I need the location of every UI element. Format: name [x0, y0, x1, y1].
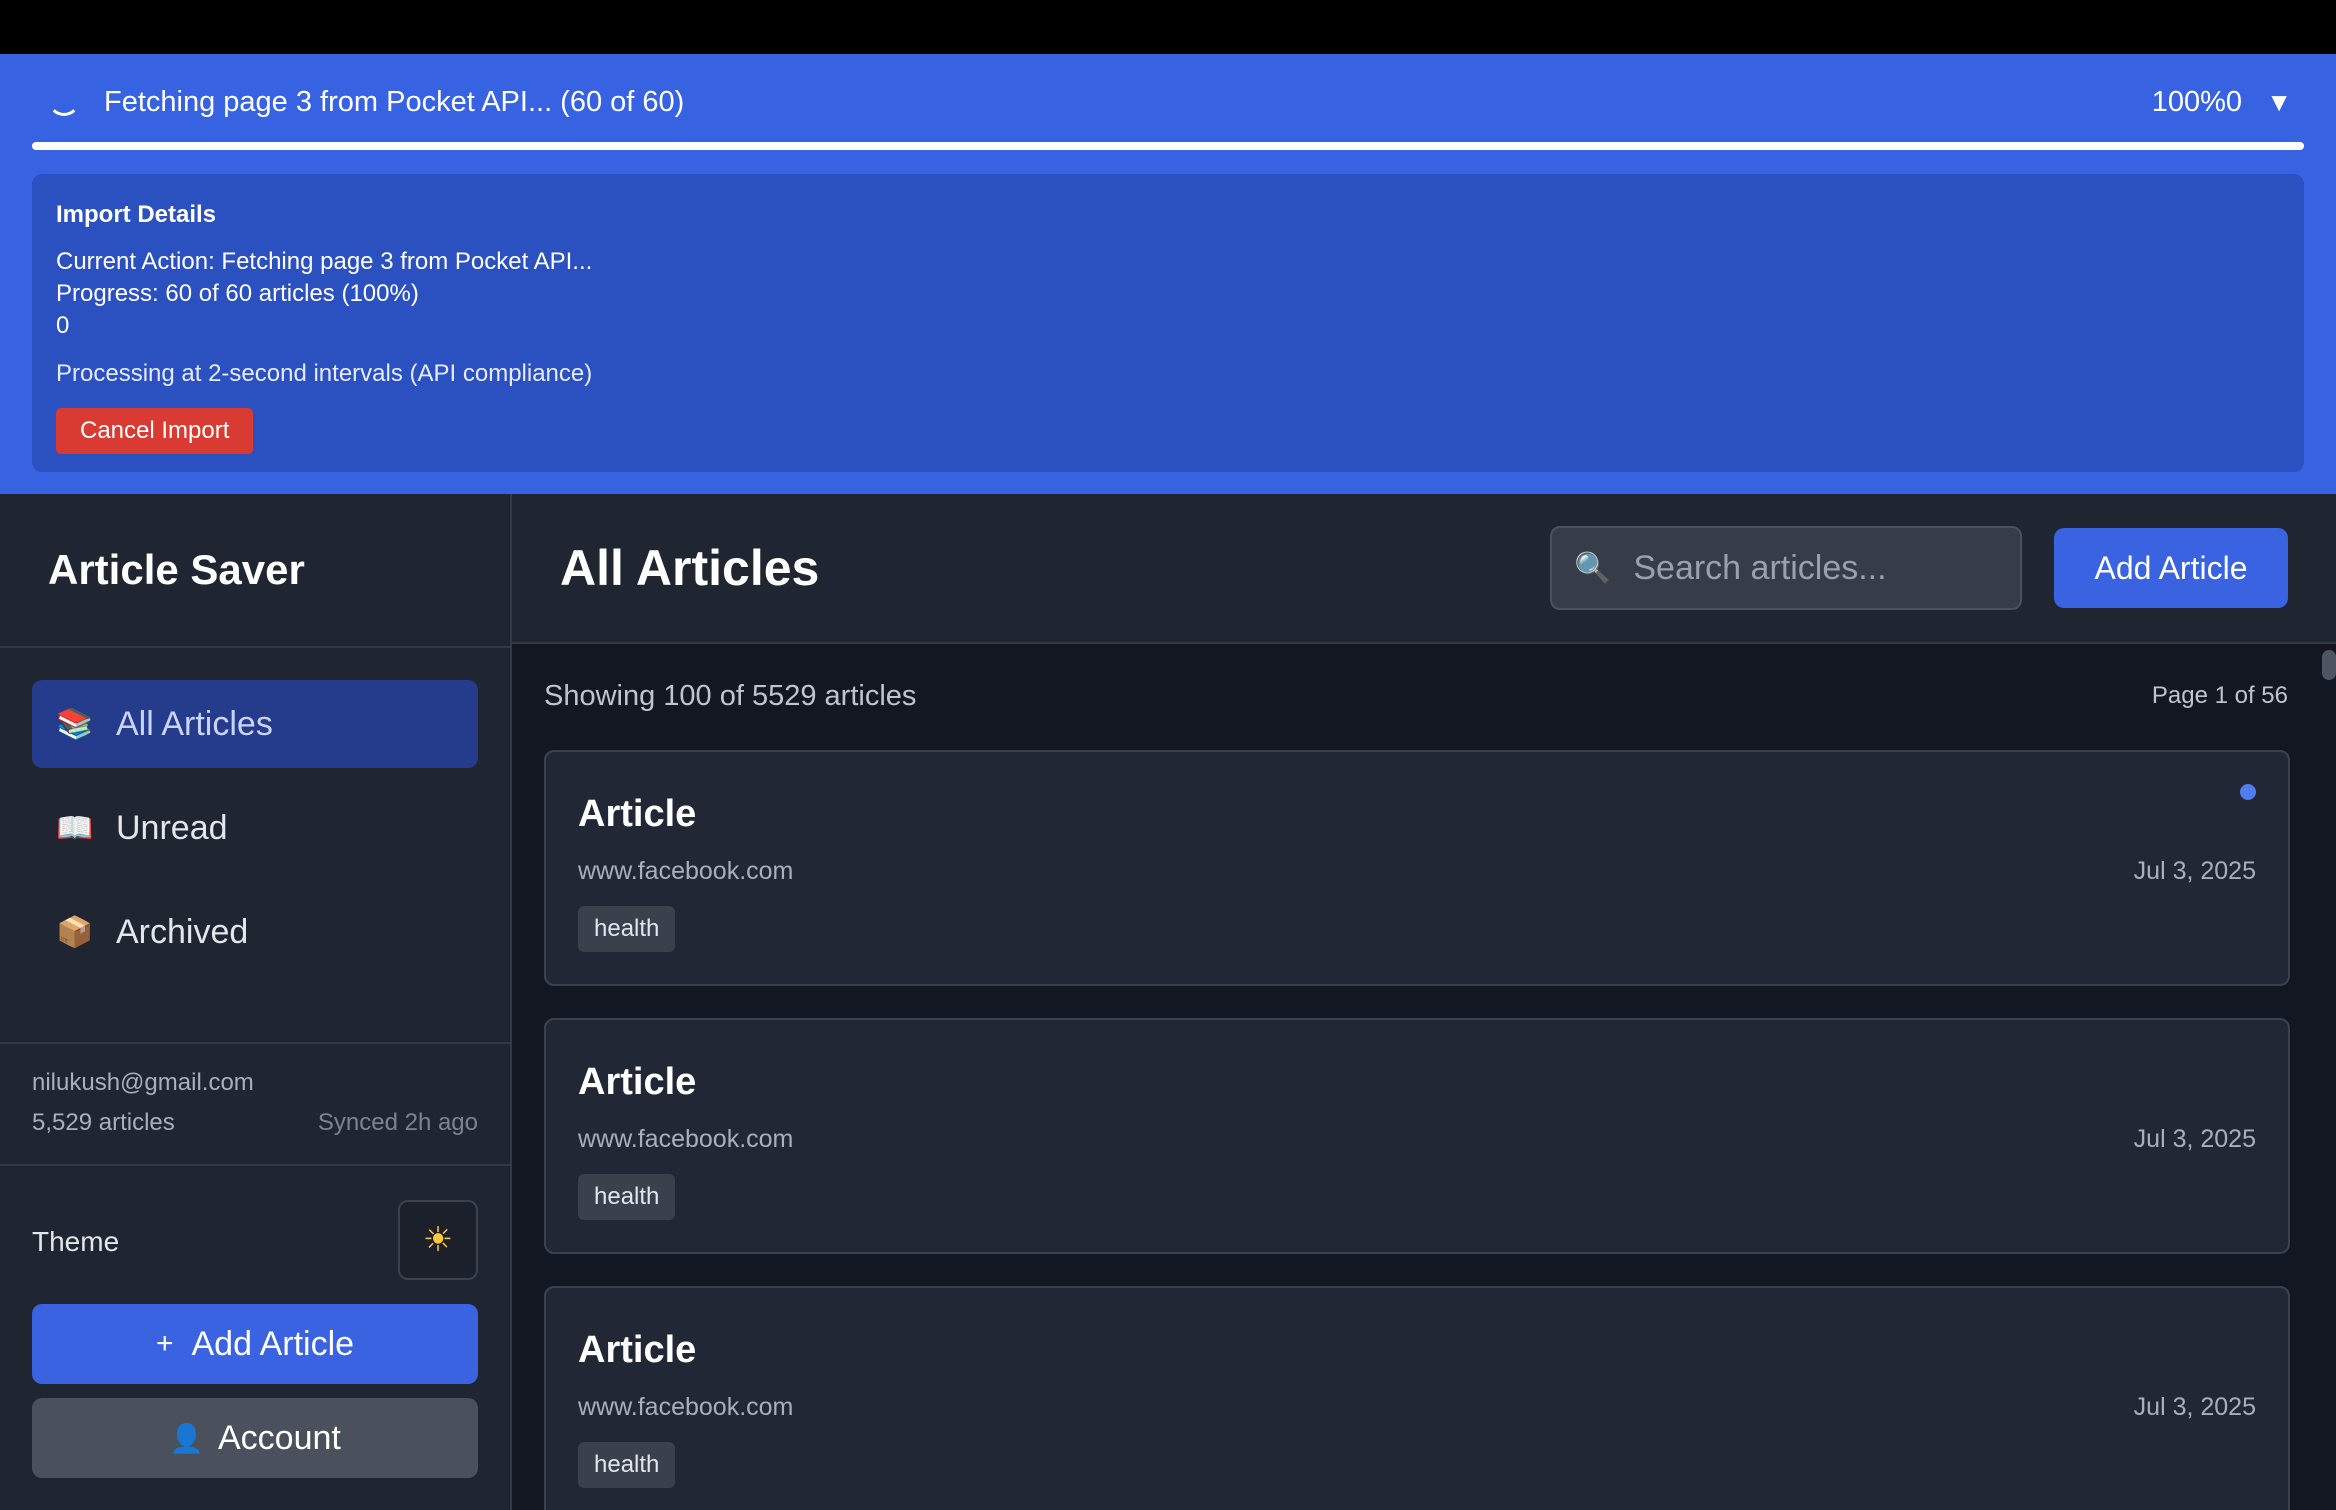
import-extra-value: 0: [56, 312, 70, 339]
sidebar-item-label: All Articles: [116, 704, 273, 743]
app-window: Fetching page 3 from Pocket API... (60 o…: [0, 0, 2336, 1510]
cancel-import-button[interactable]: Cancel Import: [56, 408, 254, 454]
import-progress-fill: [32, 142, 2304, 150]
sidebar: Article Saver 📚 All Articles 📖 Unread 📦 …: [0, 494, 512, 1510]
showing-count: Showing 100 of 5529 articles: [544, 680, 917, 712]
main-content: All Articles 🔍 Add Article Showing 100 o…: [512, 494, 2336, 1510]
article-domain: www.facebook.com: [578, 1125, 794, 1153]
books-icon: 📚: [56, 707, 94, 741]
plus-icon: +: [155, 1327, 174, 1360]
unread-dot-icon: [2240, 784, 2256, 800]
main-header: All Articles 🔍 Add Article: [512, 494, 2336, 644]
sidebar-divider: [0, 1164, 510, 1166]
add-article-label: Add Article: [191, 1324, 355, 1363]
sidebar-divider: [0, 646, 510, 648]
import-details-panel: Import Details Current Action: Fetching …: [32, 174, 2304, 472]
search-icon: 🔍: [1574, 551, 1612, 585]
sidebar-item-label: Unread: [116, 808, 228, 847]
search-box[interactable]: 🔍: [1550, 526, 2022, 610]
account-email: nilukush@gmail.com: [32, 1069, 254, 1096]
sidebar-item-archived[interactable]: 📦 Archived: [32, 888, 478, 976]
article-date: Jul 3, 2025: [2133, 1125, 2256, 1153]
import-progress-text: Progress: 60 of 60 articles (100%): [56, 280, 419, 307]
article-list: Showing 100 of 5529 articles Page 1 of 5…: [512, 644, 2336, 1510]
import-current-action: Current Action: Fetching page 3 from Poc…: [56, 248, 593, 275]
loading-spinner-icon: [48, 84, 80, 116]
article-domain: www.facebook.com: [578, 1393, 794, 1421]
article-title[interactable]: Article: [578, 790, 696, 838]
article-title[interactable]: Article: [578, 1058, 696, 1106]
article-card[interactable]: Article www.facebook.com Jul 3, 2025 hea…: [544, 1018, 2290, 1254]
scrollbar-thumb[interactable]: [2322, 650, 2336, 680]
import-note: Processing at 2-second intervals (API co…: [56, 360, 593, 387]
import-details-title: Import Details: [56, 201, 217, 228]
article-title[interactable]: Article: [578, 1326, 696, 1374]
app-brand: Article Saver: [48, 546, 305, 593]
sun-icon: ☀: [422, 1221, 454, 1259]
open-book-icon: 📖: [56, 811, 94, 845]
account-label: Account: [218, 1418, 341, 1457]
page-title: All Articles: [560, 540, 820, 596]
article-tag[interactable]: health: [578, 1442, 676, 1488]
search-input[interactable]: [1633, 548, 2014, 588]
account-button[interactable]: 👤 Account: [32, 1398, 478, 1478]
sync-status: Synced 2h ago: [317, 1109, 478, 1136]
sidebar-divider: [0, 1042, 510, 1044]
sidebar-item-unread[interactable]: 📖 Unread: [32, 784, 478, 872]
add-article-button[interactable]: Add Article: [2054, 528, 2288, 608]
sidebar-add-article-button[interactable]: + Add Article: [32, 1304, 478, 1384]
import-banner: Fetching page 3 from Pocket API... (60 o…: [0, 54, 2336, 494]
sidebar-item-all-articles[interactable]: 📚 All Articles: [32, 680, 478, 768]
import-status: Fetching page 3 from Pocket API... (60 o…: [104, 86, 685, 118]
page-indicator: Page 1 of 56: [2151, 682, 2288, 709]
user-icon: 👤: [169, 1422, 204, 1454]
sidebar-item-label: Archived: [116, 912, 249, 951]
article-date: Jul 3, 2025: [2133, 1393, 2256, 1421]
import-progress-bar: [32, 142, 2304, 150]
collapse-toggle-icon[interactable]: ▼: [2266, 84, 2292, 120]
article-domain: www.facebook.com: [578, 857, 794, 885]
theme-label: Theme: [32, 1226, 120, 1257]
import-percent: 100%0: [2151, 86, 2242, 118]
article-tag[interactable]: health: [578, 906, 676, 952]
article-card[interactable]: Article www.facebook.com Jul 3, 2025 hea…: [544, 750, 2290, 986]
theme-toggle-button[interactable]: ☀: [398, 1200, 478, 1280]
article-count: 5,529 articles: [32, 1109, 175, 1136]
article-date: Jul 3, 2025: [2133, 857, 2256, 885]
package-icon: 📦: [56, 915, 94, 949]
article-card[interactable]: Article www.facebook.com Jul 3, 2025 hea…: [544, 1286, 2290, 1510]
article-tag[interactable]: health: [578, 1174, 676, 1220]
